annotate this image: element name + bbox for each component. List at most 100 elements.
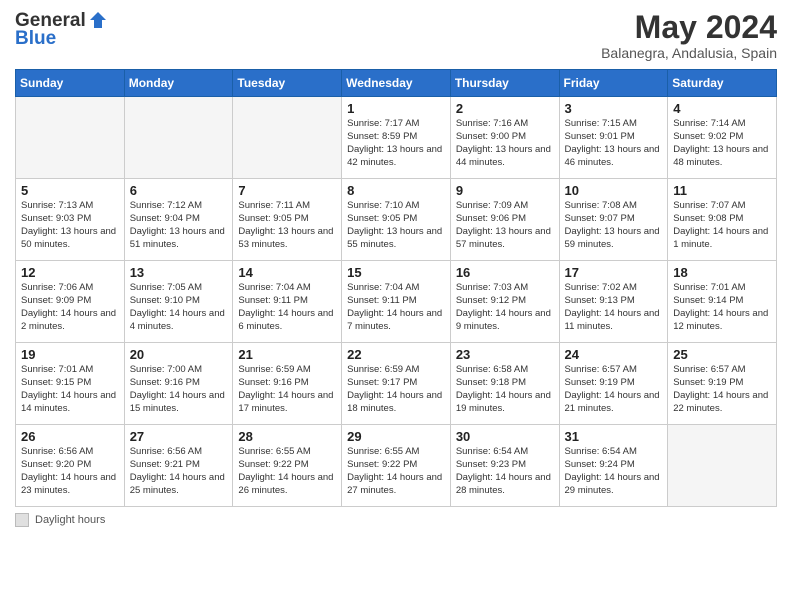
day-info: Sunrise: 6:56 AM Sunset: 9:20 PM Dayligh… — [21, 446, 119, 497]
calendar-cell: 9 Sunrise: 7:09 AM Sunset: 9:06 PM Daylig… — [450, 179, 559, 261]
day-number: 2 — [456, 101, 554, 116]
calendar-week-4: 26 Sunrise: 6:56 AM Sunset: 9:20 PM Dayli… — [16, 425, 777, 507]
day-info: Sunrise: 7:04 AM Sunset: 9:11 PM Dayligh… — [347, 282, 445, 333]
day-number: 25 — [673, 347, 771, 362]
calendar-cell: 24Sunrise: 6:57 AM Sunset: 9:19 PM Dayli… — [559, 343, 668, 425]
footer-label: Daylight hours — [35, 514, 105, 526]
day-info: Sunrise: 7:11 AM Sunset: 9:05 PM Dayligh… — [238, 200, 336, 251]
day-number: 1 — [347, 101, 445, 116]
calendar-cell — [16, 97, 125, 179]
day-number: 16 — [456, 265, 554, 280]
month-title: May 2024 — [601, 10, 777, 45]
logo-icon — [88, 10, 108, 30]
day-info: Sunrise: 7:13 AM Sunset: 9:03 PM Dayligh… — [21, 200, 119, 251]
day-info: Sunrise: 6:59 AM Sunset: 9:17 PM Dayligh… — [347, 364, 445, 415]
day-number: 31 — [565, 429, 663, 444]
day-info: Sunrise: 7:08 AM Sunset: 9:07 PM Dayligh… — [565, 200, 663, 251]
day-info: Sunrise: 7:05 AM Sunset: 9:10 PM Dayligh… — [130, 282, 228, 333]
calendar-cell: 10 Sunrise: 7:08 AM Sunset: 9:07 PM Dayli… — [559, 179, 668, 261]
day-number: 9 — [456, 183, 554, 198]
day-info: Sunrise: 7:01 AM Sunset: 9:15 PM Dayligh… — [21, 364, 119, 415]
col-header-friday: Friday — [559, 70, 668, 97]
day-info: Sunrise: 7:16 AM Sunset: 9:00 PM Dayligh… — [456, 118, 554, 169]
day-number: 4 — [673, 101, 771, 116]
page-header: General Blue May 2024 Balanegra, Andalus… — [15, 10, 777, 61]
day-number: 30 — [456, 429, 554, 444]
day-number: 12 — [21, 265, 119, 280]
col-header-sunday: Sunday — [16, 70, 125, 97]
calendar-cell: 18 Sunrise: 7:01 AM Sunset: 9:14 PM Dayli… — [668, 261, 777, 343]
day-info: Sunrise: 7:02 AM Sunset: 9:13 PM Dayligh… — [565, 282, 663, 333]
calendar-cell: 21Sunrise: 6:59 AM Sunset: 9:16 PM Dayli… — [233, 343, 342, 425]
day-info: Sunrise: 6:55 AM Sunset: 9:22 PM Dayligh… — [347, 446, 445, 497]
calendar-cell: 31 Sunrise: 6:54 AM Sunset: 9:24 PM Dayli… — [559, 425, 668, 507]
day-info: Sunrise: 7:09 AM Sunset: 9:06 PM Dayligh… — [456, 200, 554, 251]
day-number: 20 — [130, 347, 228, 362]
day-number: 11 — [673, 183, 771, 198]
calendar-cell: 22Sunrise: 6:59 AM Sunset: 9:17 PM Dayli… — [342, 343, 451, 425]
calendar-cell: 17 Sunrise: 7:02 AM Sunset: 9:13 PM Dayli… — [559, 261, 668, 343]
day-info: Sunrise: 7:17 AM Sunset: 8:59 PM Dayligh… — [347, 118, 445, 169]
day-info: Sunrise: 6:56 AM Sunset: 9:21 PM Dayligh… — [130, 446, 228, 497]
day-info: Sunrise: 7:03 AM Sunset: 9:12 PM Dayligh… — [456, 282, 554, 333]
calendar-cell: 26 Sunrise: 6:56 AM Sunset: 9:20 PM Dayli… — [16, 425, 125, 507]
calendar-week-2: 12 Sunrise: 7:06 AM Sunset: 9:09 PM Dayli… — [16, 261, 777, 343]
calendar-cell: 7 Sunrise: 7:11 AM Sunset: 9:05 PM Daylig… — [233, 179, 342, 261]
day-number: 14 — [238, 265, 336, 280]
day-info: Sunrise: 6:58 AM Sunset: 9:18 PM Dayligh… — [456, 364, 554, 415]
calendar-cell: 27 Sunrise: 6:56 AM Sunset: 9:21 PM Dayli… — [124, 425, 233, 507]
calendar-cell — [668, 425, 777, 507]
calendar-cell — [124, 97, 233, 179]
calendar-cell: 20Sunrise: 7:00 AM Sunset: 9:16 PM Dayli… — [124, 343, 233, 425]
day-number: 18 — [673, 265, 771, 280]
day-info: Sunrise: 7:04 AM Sunset: 9:11 PM Dayligh… — [238, 282, 336, 333]
day-number: 8 — [347, 183, 445, 198]
calendar-cell: 2 Sunrise: 7:16 AM Sunset: 9:00 PM Daylig… — [450, 97, 559, 179]
calendar-cell: 11Sunrise: 7:07 AM Sunset: 9:08 PM Dayli… — [668, 179, 777, 261]
calendar-cell: 8 Sunrise: 7:10 AM Sunset: 9:05 PM Daylig… — [342, 179, 451, 261]
col-header-tuesday: Tuesday — [233, 70, 342, 97]
calendar-cell: 6Sunrise: 7:12 AM Sunset: 9:04 PM Daylig… — [124, 179, 233, 261]
day-info: Sunrise: 7:01 AM Sunset: 9:14 PM Dayligh… — [673, 282, 771, 333]
col-header-wednesday: Wednesday — [342, 70, 451, 97]
footer-box — [15, 513, 29, 527]
calendar-week-1: 5 Sunrise: 7:13 AM Sunset: 9:03 PM Daylig… — [16, 179, 777, 261]
calendar-cell: 13 Sunrise: 7:05 AM Sunset: 9:10 PM Dayli… — [124, 261, 233, 343]
calendar-cell: 29Sunrise: 6:55 AM Sunset: 9:22 PM Dayli… — [342, 425, 451, 507]
col-header-monday: Monday — [124, 70, 233, 97]
day-number: 26 — [21, 429, 119, 444]
logo: General Blue — [15, 10, 108, 50]
day-info: Sunrise: 7:14 AM Sunset: 9:02 PM Dayligh… — [673, 118, 771, 169]
calendar-table: SundayMondayTuesdayWednesdayThursdayFrid… — [15, 69, 777, 507]
location: Balanegra, Andalusia, Spain — [601, 45, 777, 61]
footer: Daylight hours — [15, 513, 777, 527]
day-number: 7 — [238, 183, 336, 198]
day-info: Sunrise: 6:54 AM Sunset: 9:24 PM Dayligh… — [565, 446, 663, 497]
calendar-cell: 30 Sunrise: 6:54 AM Sunset: 9:23 PM Dayli… — [450, 425, 559, 507]
day-number: 19 — [21, 347, 119, 362]
calendar-cell: 12 Sunrise: 7:06 AM Sunset: 9:09 PM Dayli… — [16, 261, 125, 343]
calendar-cell: 15Sunrise: 7:04 AM Sunset: 9:11 PM Dayli… — [342, 261, 451, 343]
col-header-thursday: Thursday — [450, 70, 559, 97]
calendar-cell: 16 Sunrise: 7:03 AM Sunset: 9:12 PM Dayli… — [450, 261, 559, 343]
day-info: Sunrise: 6:54 AM Sunset: 9:23 PM Dayligh… — [456, 446, 554, 497]
calendar-week-3: 19 Sunrise: 7:01 AM Sunset: 9:15 PM Dayli… — [16, 343, 777, 425]
day-info: Sunrise: 7:10 AM Sunset: 9:05 PM Dayligh… — [347, 200, 445, 251]
day-number: 24 — [565, 347, 663, 362]
day-info: Sunrise: 7:15 AM Sunset: 9:01 PM Dayligh… — [565, 118, 663, 169]
col-header-saturday: Saturday — [668, 70, 777, 97]
day-number: 17 — [565, 265, 663, 280]
day-info: Sunrise: 7:06 AM Sunset: 9:09 PM Dayligh… — [21, 282, 119, 333]
day-info: Sunrise: 6:59 AM Sunset: 9:16 PM Dayligh… — [238, 364, 336, 415]
calendar-cell: 1 Sunrise: 7:17 AM Sunset: 8:59 PM Daylig… — [342, 97, 451, 179]
day-number: 10 — [565, 183, 663, 198]
calendar-week-0: 1 Sunrise: 7:17 AM Sunset: 8:59 PM Daylig… — [16, 97, 777, 179]
calendar-cell: 28Sunrise: 6:55 AM Sunset: 9:22 PM Dayli… — [233, 425, 342, 507]
day-number: 13 — [130, 265, 228, 280]
day-number: 27 — [130, 429, 228, 444]
calendar-cell: 23 Sunrise: 6:58 AM Sunset: 9:18 PM Dayli… — [450, 343, 559, 425]
day-number: 23 — [456, 347, 554, 362]
day-info: Sunrise: 6:57 AM Sunset: 9:19 PM Dayligh… — [673, 364, 771, 415]
day-number: 5 — [21, 183, 119, 198]
calendar-header-row: SundayMondayTuesdayWednesdayThursdayFrid… — [16, 70, 777, 97]
